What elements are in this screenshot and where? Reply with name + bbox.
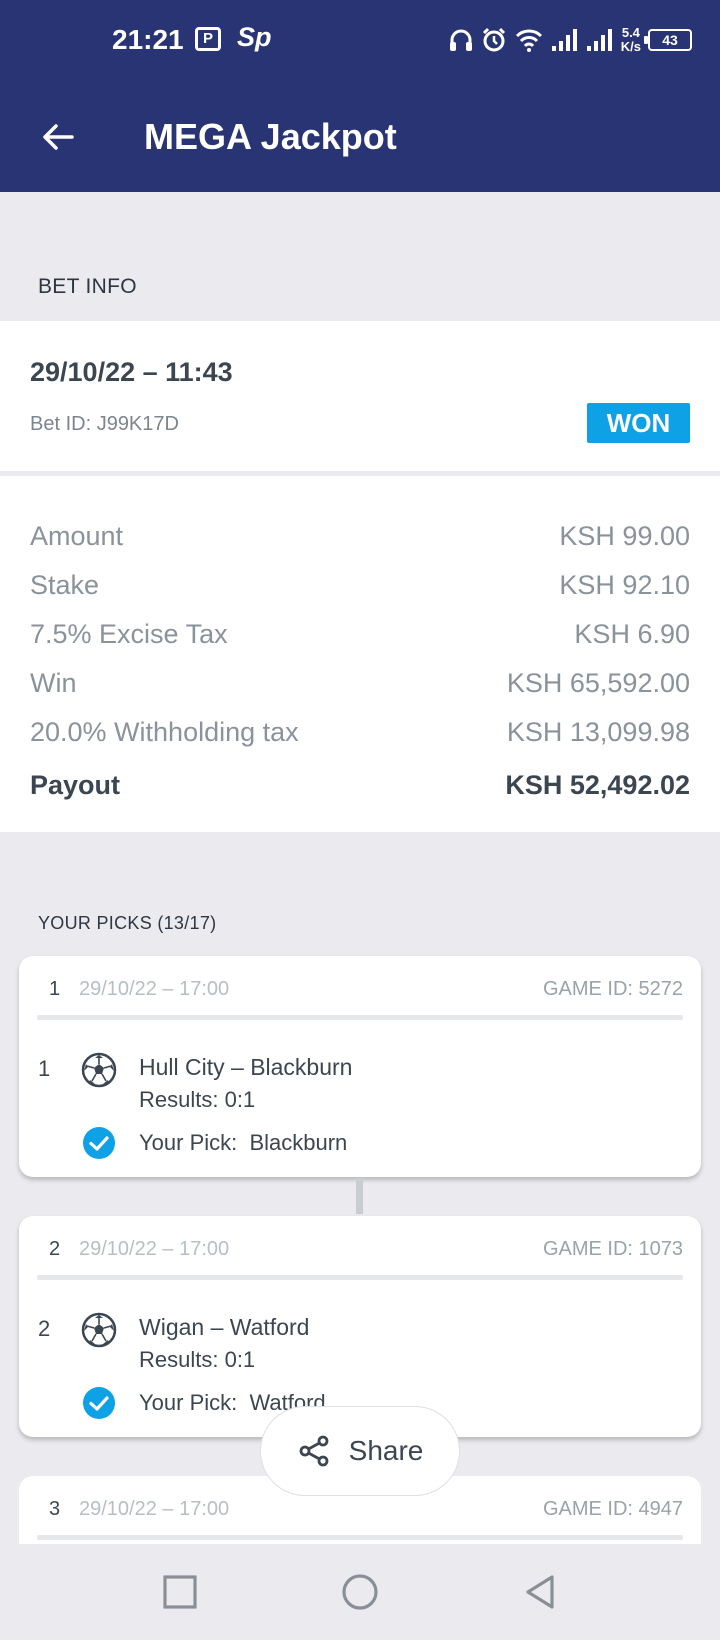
check-circle-icon [83, 1387, 115, 1419]
recents-square-icon[interactable] [160, 1572, 200, 1612]
match-result: Results: 0:1 [139, 1347, 256, 1372]
arrow-left-icon[interactable] [38, 117, 78, 157]
payout-row: Payout KSH 52,492.02 [30, 765, 690, 805]
pick-number: 2 [49, 1238, 61, 1260]
notification-sp-icon: Sp [237, 22, 272, 52]
pick-date: 29/10/22 – 17:00 [79, 1498, 230, 1520]
withholding-tax-row: 20.0% Withholding tax KSH 13,099.98 [30, 712, 690, 752]
battery-icon: 43 [644, 29, 692, 51]
status-bar: 21:21 P Sp 5.4 K/s 43 [0, 0, 720, 82]
match-teams: Wigan – Watford [139, 1314, 310, 1340]
your-pick: Your Pick: Blackburn [139, 1130, 348, 1155]
amounts-card: Amount KSH 99.00 Stake KSH 92.10 7.5% Ex… [0, 476, 720, 832]
payout-label: Payout [30, 769, 121, 800]
match-teams: Hull City – Blackburn [139, 1054, 353, 1080]
pick-date: 29/10/22 – 17:00 [79, 1238, 230, 1260]
excise-tax-value: KSH 6.90 [574, 618, 690, 649]
pick-number: 3 [49, 1498, 61, 1520]
payout-value: KSH 52,492.02 [505, 769, 690, 800]
excise-tax-label: 7.5% Excise Tax [30, 618, 228, 649]
amount-label: Amount [30, 520, 124, 551]
match-index: 2 [38, 1316, 51, 1341]
withholding-tax-label: 20.0% Withholding tax [30, 716, 299, 747]
page-title: MEGA Jackpot [144, 116, 397, 157]
status-time: 21:21 [112, 24, 184, 55]
pick-header: 3 29/10/22 – 17:00 GAME ID: 4947 [49, 1498, 683, 1524]
network-speed-unit: K/s [620, 39, 641, 54]
match-index: 1 [38, 1056, 51, 1081]
signal-icon [551, 29, 577, 51]
system-nav-bar [0, 1544, 720, 1640]
signal-icon [586, 29, 612, 51]
game-id: GAME ID: 1073 [542, 1238, 683, 1260]
check-circle-icon [83, 1127, 115, 1159]
alarm-icon [482, 27, 505, 52]
picks-heading: YOUR PICKS (13/17) [38, 913, 217, 933]
network-speed: 5.4 K/s [621, 26, 641, 54]
withholding-tax-value: KSH 13,099.98 [506, 716, 690, 747]
stake-row: Stake KSH 92.10 [30, 565, 690, 605]
network-speed-value: 5.4 [621, 25, 640, 40]
pick-card[interactable]: 2 29/10/22 – 17:00 GAME ID: 1073 2 Wigan… [19, 1216, 701, 1437]
share-label: Share [348, 1435, 424, 1466]
bet-info-card: 29/10/22 – 11:43 Bet ID: J99K17D WON [0, 321, 720, 471]
home-circle-icon[interactable] [340, 1572, 380, 1612]
wifi-icon [515, 29, 542, 52]
excise-tax-row: 7.5% Excise Tax KSH 6.90 [30, 614, 690, 654]
share-button[interactable]: Share [260, 1406, 460, 1496]
divider [37, 1015, 683, 1020]
pick-connector [356, 1178, 363, 1214]
game-id: GAME ID: 5272 [542, 978, 683, 1000]
pick-header: 1 29/10/22 – 17:00 GAME ID: 5272 [49, 978, 683, 1004]
soccer-ball-icon [81, 1052, 117, 1088]
amount-value: KSH 99.00 [559, 520, 690, 551]
pick-number: 1 [49, 978, 61, 1000]
bet-datetime: 29/10/22 – 11:43 [30, 357, 233, 387]
game-id: GAME ID: 4947 [542, 1498, 683, 1520]
pick-header: 2 29/10/22 – 17:00 GAME ID: 1073 [49, 1238, 683, 1264]
divider [37, 1275, 683, 1280]
status-badge: WON [587, 403, 690, 443]
pick-date: 29/10/22 – 17:00 [79, 978, 230, 1000]
soccer-ball-icon [81, 1312, 117, 1348]
amount-row: Amount KSH 99.00 [30, 516, 690, 556]
stake-label: Stake [30, 569, 100, 600]
divider [37, 1535, 683, 1540]
stake-value: KSH 92.10 [559, 569, 690, 600]
bet-info-heading: BET INFO [38, 275, 137, 298]
headphones-icon [449, 29, 472, 51]
status-icons: 5.4 K/s 43 [448, 20, 692, 60]
match-result: Results: 0:1 [139, 1087, 256, 1112]
win-row: Win KSH 65,592.00 [30, 663, 690, 703]
app-bar: MEGA Jackpot [0, 82, 720, 192]
win-label: Win [30, 667, 77, 698]
pick-card[interactable]: 1 29/10/22 – 17:00 GAME ID: 5272 1 Hull … [19, 956, 701, 1177]
back-triangle-icon[interactable] [520, 1572, 560, 1612]
bet-id: Bet ID: J99K17D [30, 413, 179, 435]
share-icon [299, 1435, 329, 1467]
win-value: KSH 65,592.00 [506, 667, 690, 698]
notification-app-icon: P [195, 27, 221, 51]
